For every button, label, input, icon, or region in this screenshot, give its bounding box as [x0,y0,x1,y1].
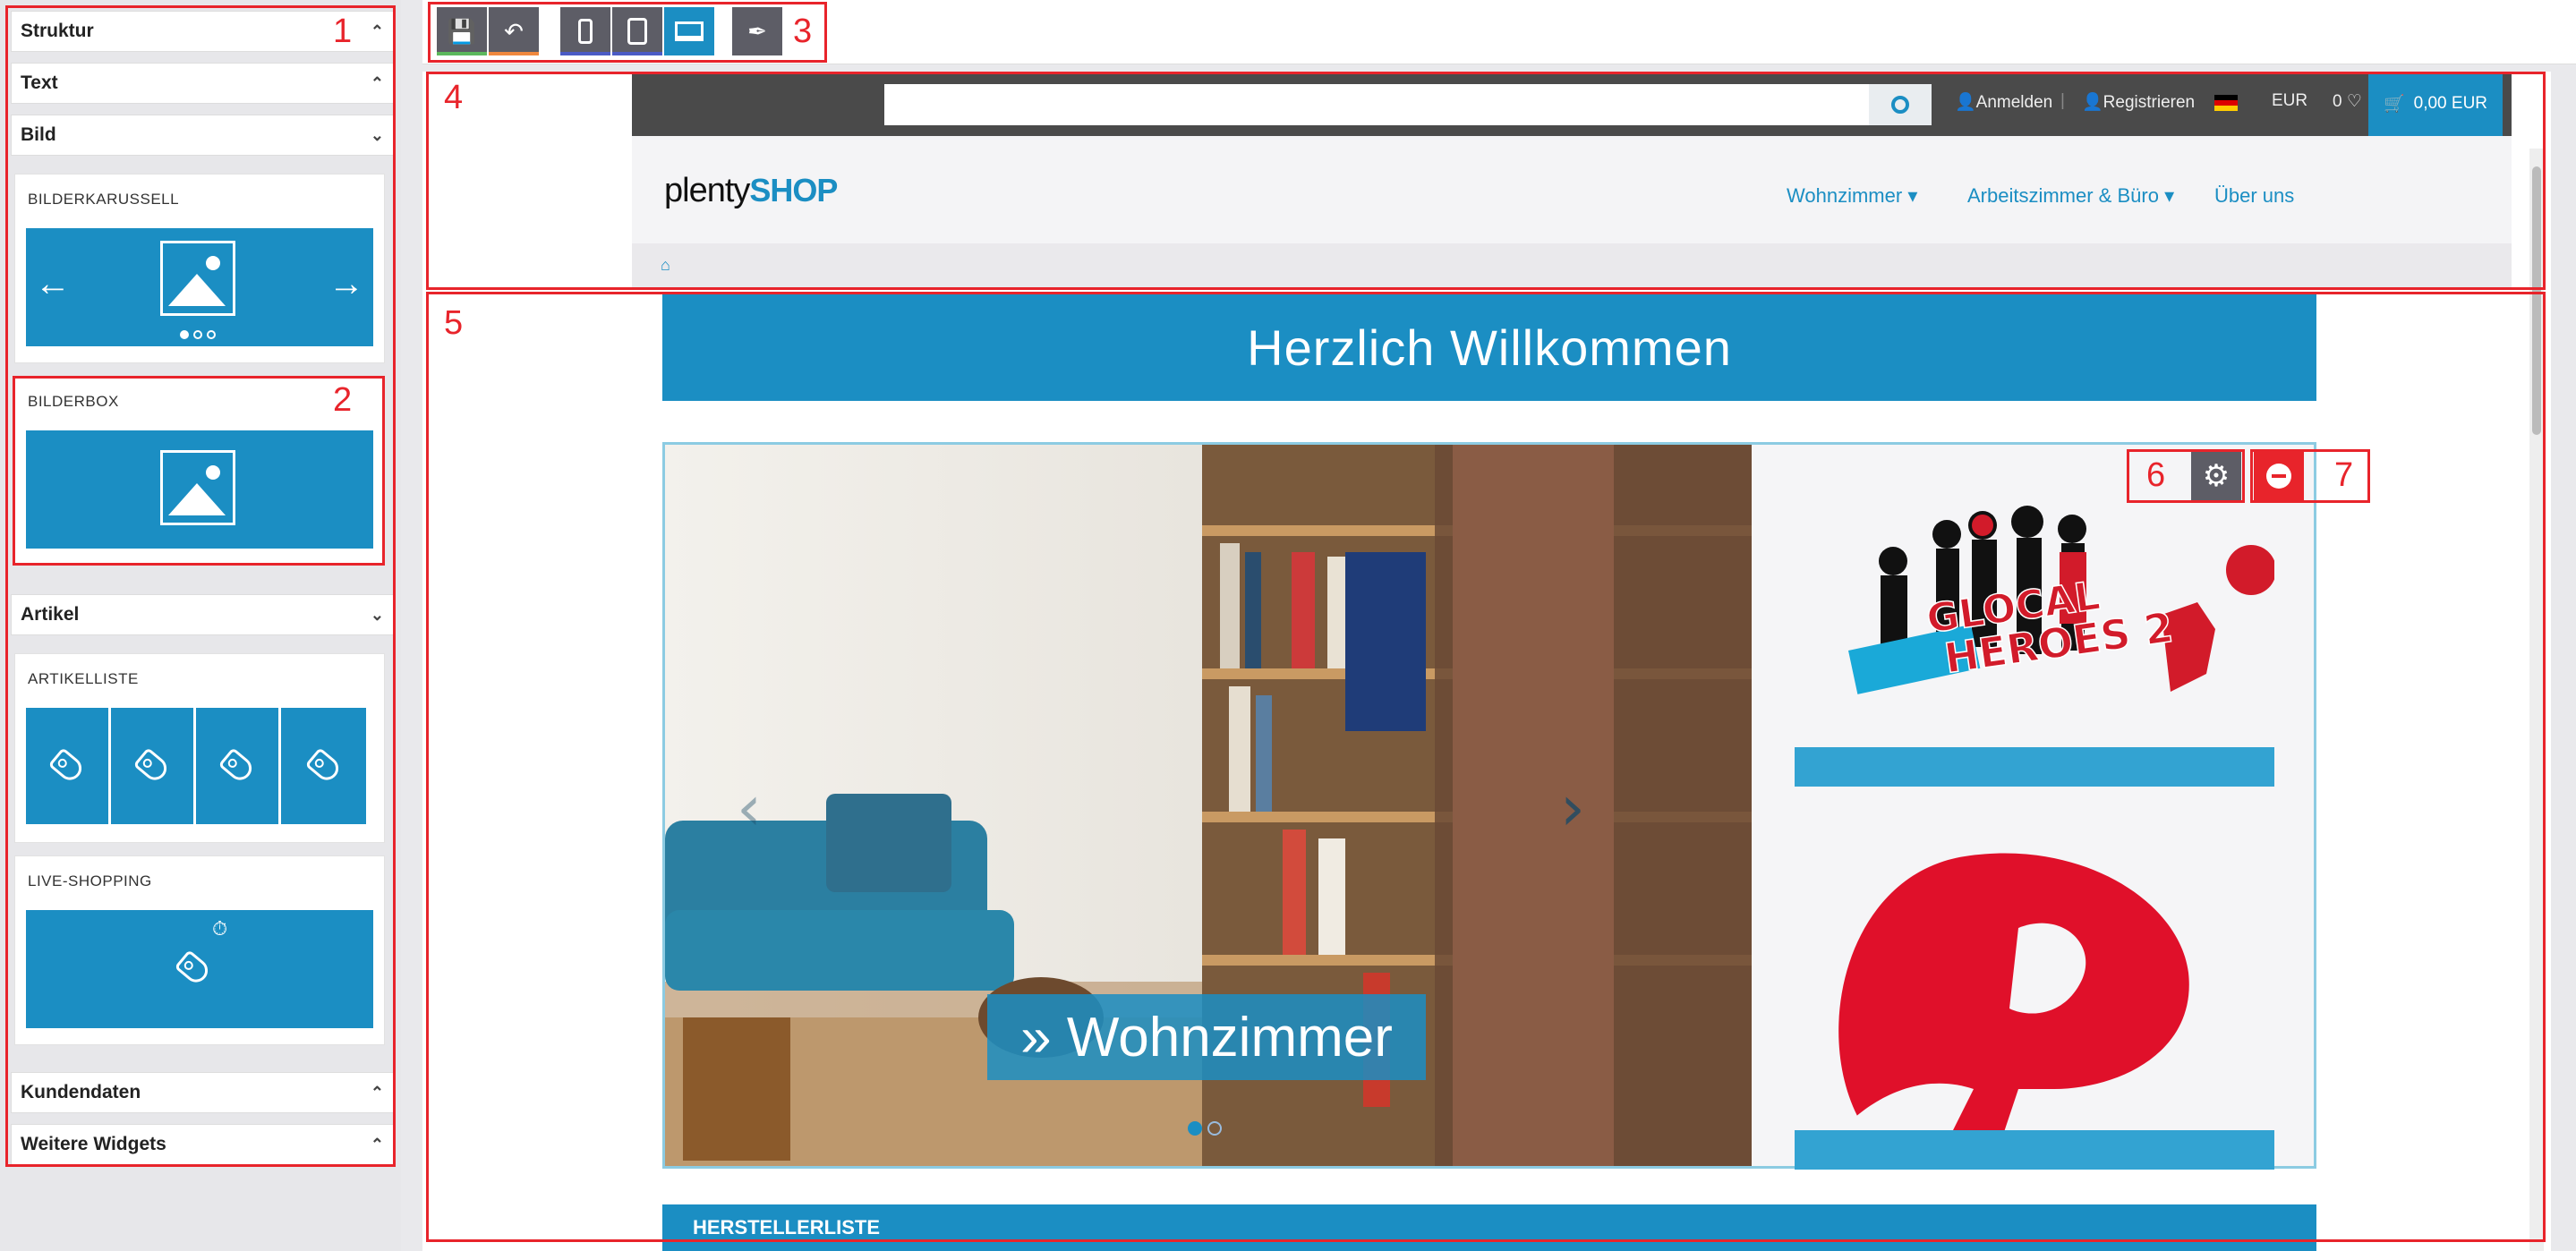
annotation-box-3 [428,2,827,63]
annotation-box-5 [426,292,2546,1242]
annotation-6: 6 [2146,456,2166,494]
annotation-box-4 [426,72,2546,290]
annotation-box-2 [13,376,385,566]
annotation-3: 3 [793,13,813,50]
annotation-2: 2 [333,381,353,419]
annotation-box-1 [5,5,396,1167]
annotation-7: 7 [2334,456,2354,494]
annotation-box-6 [2127,449,2245,503]
annotation-5: 5 [444,304,464,342]
annotation-1: 1 [333,13,353,50]
annotation-4: 4 [444,79,464,116]
